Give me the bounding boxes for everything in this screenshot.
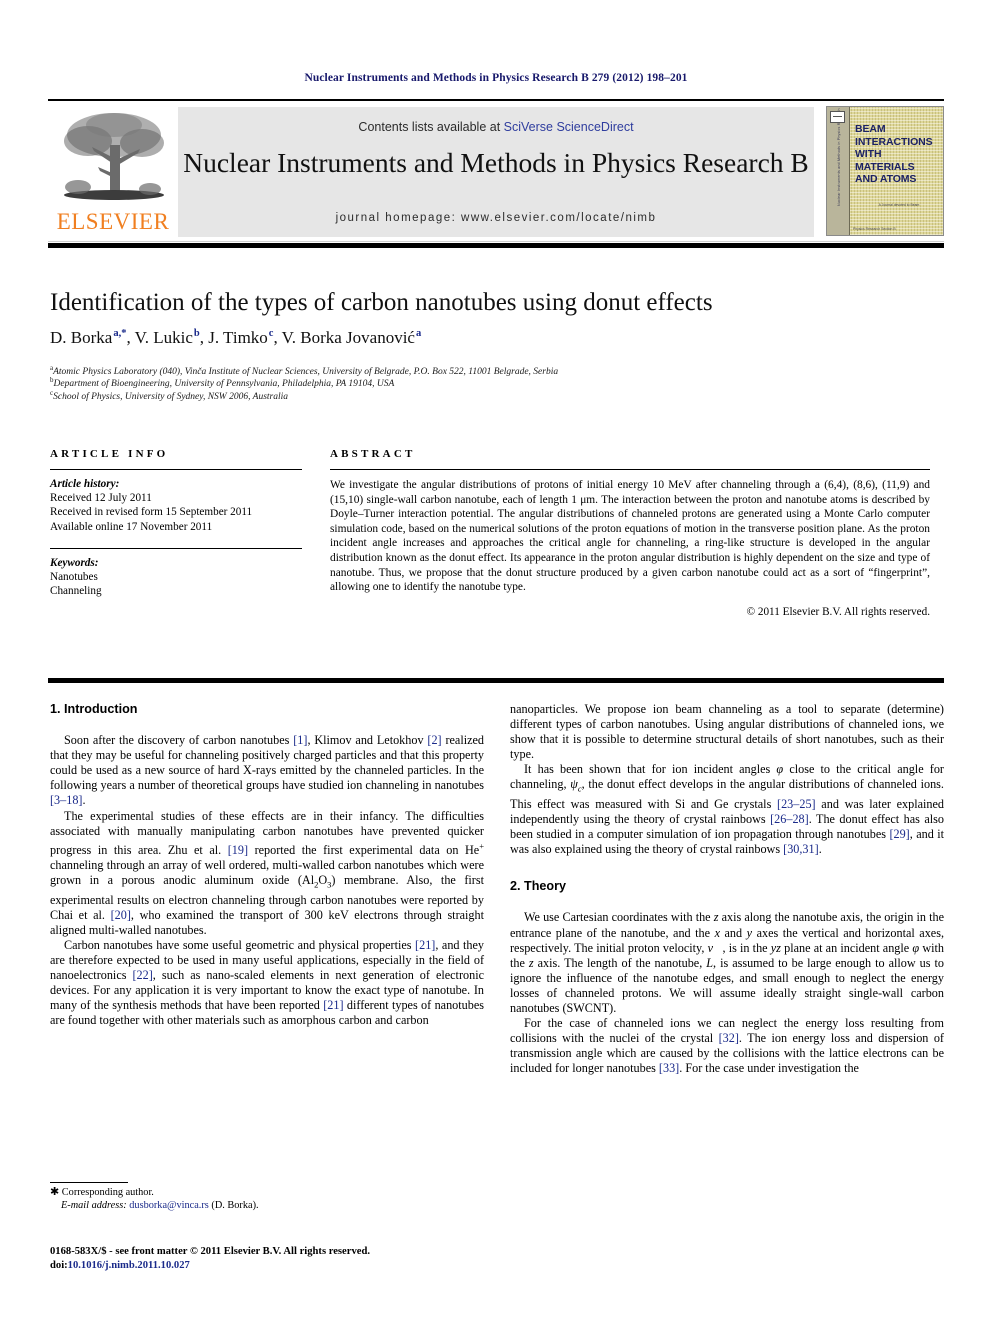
doi-label: doi: bbox=[50, 1260, 68, 1271]
body-column-left: 1. Introduction Soon after the discovery… bbox=[50, 702, 484, 1028]
cover-spine: Nuclear Instruments and Methods in Physi… bbox=[827, 107, 850, 235]
paper-page: Nuclear Instruments and Methods in Physi… bbox=[0, 0, 992, 1323]
history-item: Available online 17 November 2011 bbox=[50, 520, 213, 533]
affiliation-text: Atomic Physics Laboratory (040), Vinča I… bbox=[53, 367, 559, 377]
doi-link[interactable]: 10.1016/j.nimb.2011.10.027 bbox=[68, 1260, 190, 1271]
footnote-block: ✱ Corresponding author. E-mail address: … bbox=[50, 1186, 484, 1212]
affiliation-item: cSchool of Physics, University of Sydney… bbox=[50, 389, 930, 403]
paragraph: nanoparticles. We propose ion beam chann… bbox=[510, 702, 944, 762]
keywords-block: Keywords: Nanotubes Channeling bbox=[50, 556, 302, 599]
citation-ref[interactable]: [20] bbox=[111, 908, 131, 922]
affiliation-list: aAtomic Physics Laboratory (040), Vinča … bbox=[50, 364, 930, 403]
citation-ref[interactable]: [33] bbox=[659, 1061, 679, 1075]
body-column-right: nanoparticles. We propose ion beam chann… bbox=[510, 702, 944, 1077]
corresponding-author-text: Corresponding author. bbox=[61, 1187, 154, 1198]
paragraph: It has been shown that for ion incident … bbox=[510, 762, 944, 857]
journal-title: Nuclear Instruments and Methods in Physi… bbox=[183, 147, 809, 178]
author-affil-mark: a,* bbox=[113, 328, 127, 340]
citation-ref[interactable]: [3–18] bbox=[50, 793, 83, 807]
abstract-text: We investigate the angular distributions… bbox=[330, 479, 930, 594]
asterisk-icon: ✱ bbox=[50, 1186, 60, 1198]
keyword-item: Channeling bbox=[50, 585, 102, 598]
paragraph: Carbon nanotubes have some useful geomet… bbox=[50, 937, 484, 1028]
paragraph: We use Cartesian coordinates with the z … bbox=[510, 910, 944, 1016]
author-affil-mark: a bbox=[415, 328, 422, 340]
citation-ref[interactable]: [32] bbox=[719, 1031, 739, 1045]
abstract-heading: ABSTRACT bbox=[330, 448, 416, 460]
author-list: D. Borkaa,*, V. Lukicb, J. Timkoc, V. Bo… bbox=[50, 328, 422, 347]
section-heading-introduction: 1. Introduction bbox=[50, 702, 138, 716]
contents-line: Contents lists available at SciVerse Sci… bbox=[178, 120, 814, 134]
affiliation-item: aAtomic Physics Laboratory (040), Vinča … bbox=[50, 364, 930, 378]
masthead-bottom-rule bbox=[48, 243, 944, 248]
author-name: J. Timko bbox=[208, 328, 268, 347]
running-head: Nuclear Instruments and Methods in Physi… bbox=[304, 72, 688, 84]
citation-ref[interactable]: [29] bbox=[889, 827, 909, 841]
corresponding-author-note: ✱ Corresponding author. bbox=[50, 1186, 484, 1199]
citation-ref[interactable]: [1] bbox=[293, 733, 307, 747]
citation-ref[interactable]: [23–25] bbox=[777, 797, 816, 811]
journal-masthead: ELSEVIER Contents lists available at Sci… bbox=[48, 99, 944, 242]
contents-prefix: Contents lists available at bbox=[358, 120, 504, 134]
journal-cover-thumbnail: Nuclear Instruments and Methods in Physi… bbox=[826, 106, 944, 236]
abstract-copyright: © 2011 Elsevier B.V. All rights reserved… bbox=[746, 605, 930, 618]
paragraph: Soon after the discovery of carbon nanot… bbox=[50, 733, 485, 808]
author-name: V. Borka Jovanović bbox=[281, 328, 415, 347]
abstract-block: ABSTRACT We investigate the angular dist… bbox=[330, 448, 930, 618]
cover-elsevier-icon bbox=[830, 111, 845, 123]
email-note: E-mail address: dusborka@vinca.rs (D. Bo… bbox=[50, 1199, 484, 1212]
cover-title: BEAM INTERACTIONS WITH MATERIALS AND ATO… bbox=[855, 123, 933, 185]
citation-ref[interactable]: [2] bbox=[427, 733, 441, 747]
keywords-rule bbox=[50, 547, 302, 549]
history-item: Received in revised form 15 September 20… bbox=[50, 506, 253, 519]
page-footer: 0168-583X/$ - see front matter © 2011 El… bbox=[50, 1245, 670, 1273]
citation-ref[interactable]: [22] bbox=[132, 968, 152, 982]
article-history-label: Article history: bbox=[50, 478, 120, 490]
author-affil-mark: b bbox=[193, 328, 200, 340]
citation-ref[interactable]: [30,31] bbox=[783, 842, 819, 856]
article-title: Identification of the types of carbon na… bbox=[50, 289, 713, 316]
paragraph: The experimental studies of these effect… bbox=[50, 808, 485, 937]
author-affil-mark: c bbox=[268, 328, 274, 340]
elsevier-tree-icon bbox=[64, 113, 164, 200]
abstract-bottom-rule bbox=[48, 678, 944, 683]
article-info-heading: ARTICLE INFO bbox=[50, 448, 169, 460]
cover-spine-text: Nuclear Instruments and Methods in Physi… bbox=[837, 106, 841, 206]
article-history: Article history: Received 12 July 2011 R… bbox=[50, 477, 302, 534]
citation-ref[interactable]: [21] bbox=[415, 938, 435, 952]
elsevier-wordmark: ELSEVIER bbox=[56, 209, 170, 234]
cover-foot-text: Physics Research Section B bbox=[853, 227, 896, 231]
citation-ref[interactable]: [26–28] bbox=[770, 812, 809, 826]
affiliation-text: School of Physics, University of Sydney,… bbox=[53, 391, 289, 402]
section-heading-theory: 2. Theory bbox=[510, 879, 566, 894]
author-name: V. Lukic bbox=[134, 328, 193, 347]
doi-line: doi:10.1016/j.nimb.2011.10.027 bbox=[50, 1259, 670, 1273]
email-link[interactable]: dusborka@vinca.rs bbox=[129, 1200, 209, 1211]
affiliation-text: Department of Bioengineering, University… bbox=[53, 379, 395, 390]
history-item: Received 12 July 2011 bbox=[50, 492, 152, 505]
keyword-item: Nanotubes bbox=[50, 571, 98, 584]
article-info-block: ARTICLE INFO Article history: Received 1… bbox=[50, 448, 302, 598]
email-label: E-mail address: bbox=[61, 1200, 127, 1212]
paragraph: For the case of channeled ions we can ne… bbox=[510, 1016, 944, 1076]
citation-ref[interactable]: [19] bbox=[228, 843, 248, 857]
journal-homepage[interactable]: journal homepage: www.elsevier.com/locat… bbox=[178, 212, 814, 224]
citation-ref[interactable]: [21] bbox=[323, 998, 343, 1012]
cover-mid-text: A Journal devoted to Beam bbox=[878, 203, 920, 207]
keywords-label: Keywords: bbox=[50, 556, 99, 569]
abstract-rule bbox=[330, 469, 930, 470]
footnote-rule bbox=[50, 1182, 128, 1183]
sciencedirect-link[interactable]: SciVerse ScienceDirect bbox=[504, 120, 634, 134]
article-info-rule bbox=[50, 469, 302, 470]
author-name: D. Borka bbox=[50, 328, 113, 347]
masthead-panel: Contents lists available at SciVerse Sci… bbox=[178, 107, 814, 237]
affiliation-item: bDepartment of Bioengineering, Universit… bbox=[50, 377, 930, 390]
issn-line: 0168-583X/$ - see front matter © 2011 El… bbox=[50, 1246, 370, 1257]
elsevier-logo: ELSEVIER bbox=[52, 107, 174, 237]
email-owner: (D. Borka). bbox=[211, 1200, 259, 1212]
